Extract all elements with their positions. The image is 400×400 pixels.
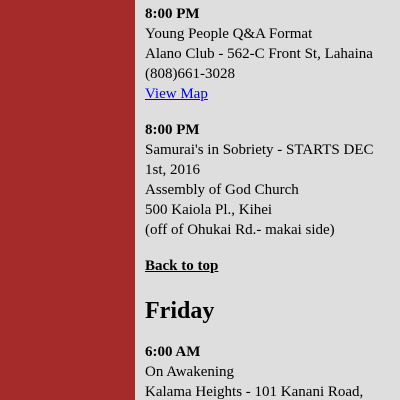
meeting-directions: (off of Ohukai Rd.- makai side): [145, 222, 335, 238]
meeting-phone: (808)661-3028: [145, 66, 235, 82]
meeting-name: Samurai's in Sobriety - STARTS DEC 1st, …: [145, 142, 374, 178]
meeting-item: 8:00 PM Young People Q&A Format Alano Cl…: [145, 4, 395, 104]
meeting-list: 8:00 PM Young People Q&A Format Alano Cl…: [145, 4, 395, 400]
meeting-address: 500 Kaiola Pl., Kihei: [145, 202, 273, 218]
meeting-item: 8:00 PM Samurai's in Sobriety - STARTS D…: [145, 120, 395, 240]
meeting-name: Young People Q&A Format: [145, 26, 313, 42]
content-panel: 8:00 PM Young People Q&A Format Alano Cl…: [135, 0, 400, 400]
meeting-time: 6:00 AM: [145, 344, 201, 360]
meeting-time: 8:00 PM: [145, 6, 200, 22]
view-map-link[interactable]: View Map: [145, 84, 208, 104]
meeting-item: 6:00 AM On Awakening Kalama Heights - 10…: [145, 342, 395, 400]
meeting-location: Alano Club - 562-C Front St, Lahaina: [145, 46, 373, 62]
meeting-time: 8:00 PM: [145, 122, 200, 138]
back-to-top-link[interactable]: Back to top: [145, 256, 218, 276]
meeting-location: Kalama Heights - 101 Kanani Road,: [145, 384, 364, 400]
meeting-name: On Awakening: [145, 364, 235, 380]
day-heading: Friday: [145, 298, 215, 324]
meeting-location: Assembly of God Church: [145, 182, 299, 198]
